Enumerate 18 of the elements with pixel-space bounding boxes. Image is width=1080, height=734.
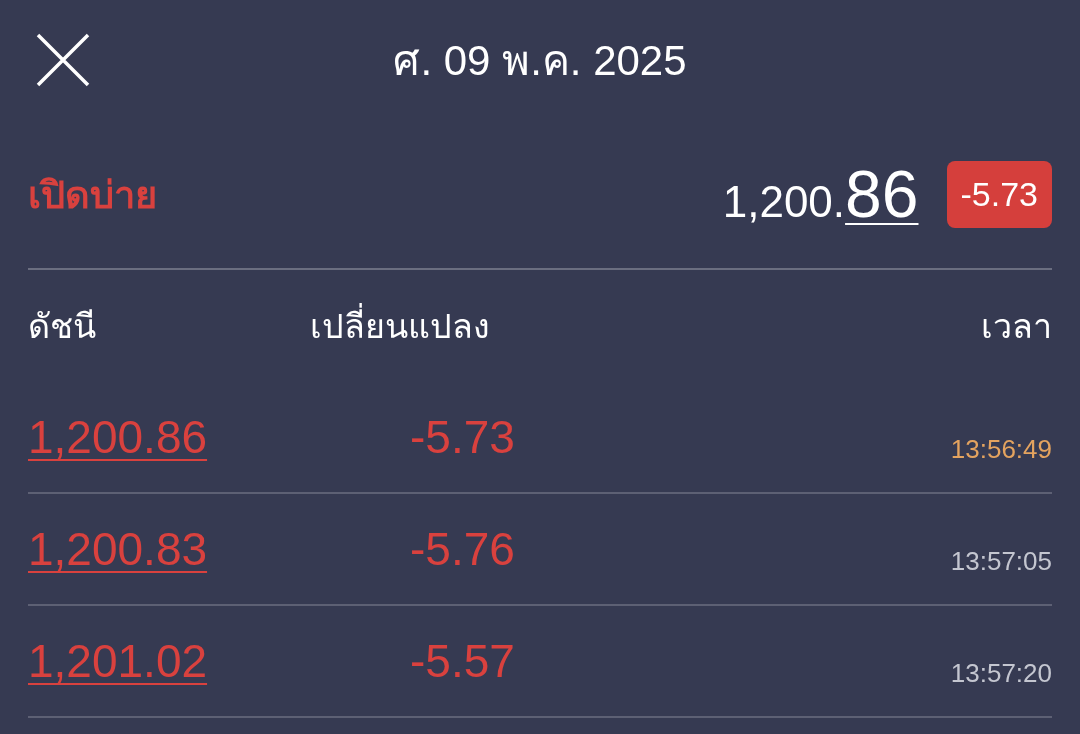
change-value: -5.57 <box>410 634 516 688</box>
index-link[interactable]: 1,200.83 <box>28 522 208 576</box>
index-link[interactable]: 1,201.02 <box>28 634 208 688</box>
column-header: เปลี่ยนแปลง <box>310 299 981 353</box>
change-value: -5.73 <box>410 410 516 464</box>
column-header: เวลา <box>981 305 1052 348</box>
time-value: 13:56:49 <box>950 432 1052 465</box>
session-label: เปิดบ่าย <box>28 171 158 219</box>
change-badge: -5.73 <box>946 160 1052 228</box>
column-header: ดัชนี <box>28 305 97 348</box>
price-integer: 1,200. <box>722 177 846 227</box>
close-icon[interactable] <box>36 33 90 87</box>
time-value: 13:57:05 <box>950 544 1052 577</box>
price-decimal: 86 <box>845 156 919 232</box>
date-title: ศ. 09 พ.ค. 2025 <box>393 36 687 86</box>
change-value: -5.76 <box>410 522 516 576</box>
index-link[interactable]: 1,200.86 <box>28 410 208 464</box>
time-value: 13:57:20 <box>950 656 1052 689</box>
